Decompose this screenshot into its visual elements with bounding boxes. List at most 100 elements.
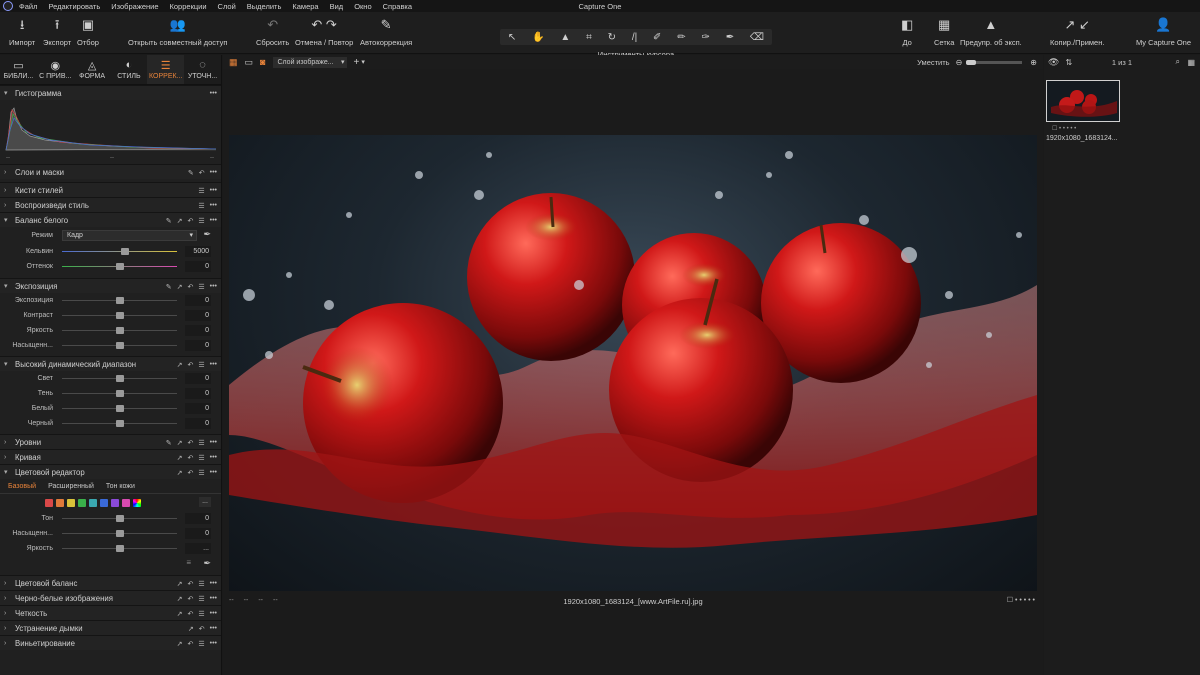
tab-adjustments[interactable]: ☰ КОРРЕК... xyxy=(147,55,185,84)
copy-icon[interactable]: ↗ xyxy=(177,610,183,618)
brush-tool-icon[interactable]: ✏ xyxy=(677,32,685,43)
list-icon[interactable]: ☰ xyxy=(198,217,204,225)
eyedropper-icon[interactable]: ✒ xyxy=(203,558,211,569)
picker-tool-icon[interactable]: ✐ xyxy=(653,32,661,43)
exposure-value[interactable]: 0 xyxy=(185,325,211,336)
tint-value[interactable]: 0 xyxy=(185,261,211,272)
exposure-value[interactable]: 0 xyxy=(185,295,211,306)
before-button[interactable]: ◧ До xyxy=(901,16,913,47)
tab-style[interactable]: ◐ СТИЛЬ xyxy=(110,55,147,84)
more-icon[interactable]: ••• xyxy=(210,469,217,476)
list-icon[interactable]: ☰ xyxy=(198,283,204,291)
section-clarity[interactable]: › Четкость ↗ ↶ ☰ ••• xyxy=(0,605,221,620)
more-icon[interactable]: ••• xyxy=(210,439,217,446)
exposure-warning-button[interactable]: ▲ Предупр. об эксп. xyxy=(960,16,1022,47)
zoom-slider-knob[interactable] xyxy=(966,59,977,65)
exposure-slider-knob[interactable] xyxy=(115,342,124,349)
list-icon[interactable]: ☰ xyxy=(198,610,204,618)
more-icon[interactable]: ••• xyxy=(210,595,217,602)
color-editor-value[interactable]: 0 xyxy=(185,513,211,524)
more-icon[interactable]: ••• xyxy=(210,187,217,194)
section-vignetting[interactable]: › Виньетирование ↗ ↶ ☰ ••• xyxy=(0,635,221,650)
reset-icon[interactable]: ↶ xyxy=(187,580,193,588)
more-icon[interactable]: ••• xyxy=(210,90,217,97)
eyedropper-icon[interactable]: ✒ xyxy=(203,229,211,240)
zoom-fit-label[interactable]: Уместить xyxy=(917,58,949,67)
color-editor-slider-knob[interactable] xyxy=(115,545,124,552)
list-icon[interactable]: ☰ xyxy=(198,439,204,447)
exposure-slider-knob[interactable] xyxy=(115,297,124,304)
section-exposure[interactable]: ▾ Экспозиция ✎ ↗ ↶ ☰ ••• xyxy=(0,278,221,293)
list-icon[interactable]: ☰ xyxy=(198,361,204,369)
zoom-in-icon[interactable]: ⊕ xyxy=(1030,58,1037,67)
reset-button[interactable]: ↶ Сбросить xyxy=(256,16,289,47)
menu-edit[interactable]: Редактировать xyxy=(48,2,100,11)
list-icon[interactable]: ☰ xyxy=(198,595,204,603)
edit-icon[interactable]: ✎ xyxy=(166,439,172,447)
exposure-value[interactable]: 0 xyxy=(185,310,211,321)
reset-icon[interactable]: ↶ xyxy=(199,625,205,633)
hand-tool-icon[interactable]: ✋ xyxy=(532,32,544,43)
list-icon[interactable]: ☰ xyxy=(198,454,204,462)
section-reproduce-style[interactable]: › Воспроизведи стиль ☰ ••• xyxy=(0,197,221,212)
list-icon[interactable]: ☰ xyxy=(198,187,204,195)
rating-controls[interactable]: ☐ • • • • • xyxy=(1007,596,1035,604)
exposure-slider-knob[interactable] xyxy=(115,327,124,334)
rating-dots-icon[interactable]: • • • • • xyxy=(1015,597,1035,604)
account-button[interactable]: 👤 My Capture One xyxy=(1136,16,1191,47)
tab-basic[interactable]: Базовый xyxy=(8,483,36,490)
hdr-value[interactable]: 0 xyxy=(185,403,211,414)
hdr-value[interactable]: 0 xyxy=(185,388,211,399)
copy-icon[interactable]: ↗ xyxy=(177,217,183,225)
swatch-blue[interactable] xyxy=(100,498,108,507)
copy-icon[interactable]: ↗ xyxy=(177,469,183,477)
more-icon[interactable]: ••• xyxy=(210,625,217,632)
tab-skin-tone[interactable]: Тон кожи xyxy=(106,483,135,490)
export-button[interactable]: ⭱ Экспорт xyxy=(43,16,71,47)
swatch-red[interactable] xyxy=(45,498,53,507)
swatch-magenta[interactable] xyxy=(122,498,130,507)
edit-icon[interactable]: ✎ xyxy=(166,283,172,291)
kelvin-track[interactable] xyxy=(62,251,177,252)
swatch-purple[interactable] xyxy=(111,498,119,507)
menu-adjustments[interactable]: Коррекции xyxy=(170,2,207,11)
reset-icon[interactable]: ↶ xyxy=(187,454,193,462)
swatch-orange[interactable] xyxy=(56,498,64,507)
viewer-mode-icon[interactable]: ◙ xyxy=(260,57,265,67)
more-icon[interactable]: ••• xyxy=(210,169,217,176)
copy-icon[interactable]: ↗ xyxy=(188,625,194,633)
edit-icon[interactable]: ✎ xyxy=(166,217,172,225)
list-icon[interactable]: ☰ xyxy=(198,640,204,648)
more-icon[interactable]: ••• xyxy=(210,454,217,461)
reset-icon[interactable]: ↶ xyxy=(187,283,193,291)
exposure-slider-knob[interactable] xyxy=(115,312,124,319)
menu-view[interactable]: Вид xyxy=(330,2,344,11)
kelvin-slider-knob[interactable] xyxy=(121,248,130,255)
wb-mode-select[interactable]: Кадр ▾ xyxy=(62,230,197,241)
reset-icon[interactable]: ↶ xyxy=(199,169,205,177)
grid-view-icon[interactable]: ▦ xyxy=(229,57,238,68)
hdr-slider-knob[interactable] xyxy=(115,375,124,382)
select-button[interactable]: ▣ Отбор xyxy=(77,16,99,47)
undo-redo-button[interactable]: ↶ ↷ Отмена / Повтор xyxy=(295,16,353,47)
copy-icon[interactable]: ↗ xyxy=(177,283,183,291)
checkbox-icon[interactable]: ☐ xyxy=(1007,597,1013,604)
zoom-slider[interactable] xyxy=(966,59,1023,65)
section-black-white[interactable]: › Черно-белые изображения ↗ ↶ ☰ ••• xyxy=(0,590,221,605)
thumbnail-rating[interactable]: ☐ • • • • • xyxy=(1052,125,1076,132)
thumbnail[interactable] xyxy=(1046,80,1120,122)
grid-icon[interactable]: ▦ xyxy=(1187,58,1195,67)
menu-help[interactable]: Справка xyxy=(383,2,412,11)
reset-icon[interactable]: ↶ xyxy=(187,595,193,603)
more-icon[interactable]: ••• xyxy=(210,217,217,224)
crop-tool-icon[interactable]: ⌗ xyxy=(586,32,592,43)
reset-icon[interactable]: ↶ xyxy=(187,217,193,225)
stamp-tool-icon[interactable]: ▲ xyxy=(560,32,570,43)
image-viewer[interactable]: -- -- -- -- 1920x1080_1683124_[www.ArtFi… xyxy=(223,69,1043,675)
reset-icon[interactable]: ↶ xyxy=(187,469,193,477)
layer-select[interactable]: Слой изображе... ▾ xyxy=(273,56,348,68)
eraser-tool-icon[interactable]: ✑ xyxy=(701,32,709,43)
tab-advanced[interactable]: Расширенный xyxy=(48,483,94,490)
section-levels[interactable]: › Уровни ✎ ↗ ↶ ☰ ••• xyxy=(0,434,221,449)
swatch-green[interactable] xyxy=(78,498,86,507)
